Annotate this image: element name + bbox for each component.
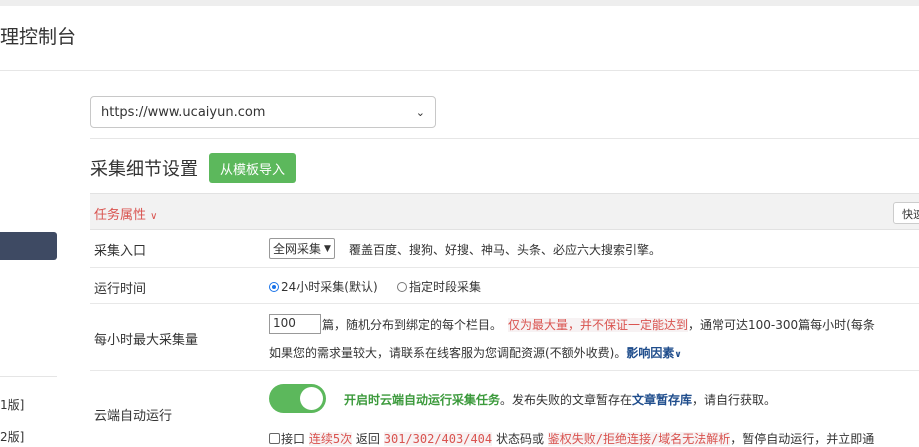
runtime-option-24h[interactable]: 24小时采集(默认) [269, 278, 378, 295]
cloud-run-description: 开启时云端自动运行采集任务。发布失败的文章暂存在文章暂存库，请自行获取。 [344, 393, 777, 407]
double-chevron-down-icon: ∨ [150, 211, 158, 222]
section-title: 采集细节设置 [90, 159, 198, 180]
max-per-hour-label: 每小时最大采集量 [94, 333, 199, 348]
task-properties-toggle[interactable]: 任务属性 ∨ [94, 204, 157, 223]
double-chevron-down-icon: ∨ [674, 350, 682, 360]
main-divider [90, 138, 919, 139]
chevron-down-icon: ▼ [324, 243, 331, 254]
app-title: 理控制台 [0, 26, 77, 48]
header-divider [0, 70, 919, 71]
auto-pause-checkbox[interactable] [269, 433, 280, 444]
browser-top-strip [0, 0, 919, 6]
sidebar-item-version-2[interactable]: 2版] [0, 428, 24, 445]
cloud-run-status: 开启时云端自动运行采集任务 [344, 393, 501, 407]
site-select-value: https://www.ucaiyun.com [101, 104, 266, 120]
row-divider [90, 303, 919, 304]
toggle-knob [300, 387, 323, 410]
entry-select[interactable]: 全网采集 ▼ [269, 238, 335, 259]
entry-select-value: 全网采集 [273, 242, 322, 256]
max-per-hour-text: 篇，随机分布到绑定的每个栏目。 仅为最大量，并不保证一定能达到，通常可达100-3… [322, 318, 875, 332]
sidebar-divider [0, 376, 57, 377]
radio-unchecked[interactable] [397, 282, 407, 292]
task-properties-header: 任务属性 ∨ 快速 [90, 193, 919, 230]
sidebar-item-version-1[interactable]: 1版] [0, 396, 24, 413]
sidebar-item-active[interactable] [0, 232, 57, 260]
runtime-option-scheduled[interactable]: 指定时段采集 [397, 278, 481, 295]
max-per-hour-input[interactable]: 100 [269, 314, 321, 334]
task-properties-title: 任务属性 [94, 208, 151, 223]
auto-pause-option: 接口 连续5次 返回 301/302/403/404 状态码或 鉴权失败/拒绝连… [269, 430, 874, 447]
entry-label: 采集入口 [94, 244, 147, 259]
max-per-hour-warning: 仅为最大量，并不保证一定能达到 [508, 318, 689, 332]
quick-button[interactable]: 快速 [893, 202, 919, 224]
cloud-run-toggle[interactable] [269, 384, 326, 413]
radio-checked[interactable] [269, 282, 279, 292]
chevron-down-icon: ⌄ [415, 105, 425, 119]
cloud-run-label: 云端自动运行 [94, 409, 173, 424]
influence-factors-link[interactable]: 影响因素 [626, 346, 674, 360]
row-divider [90, 267, 919, 268]
site-select[interactable]: https://www.ucaiyun.com ⌄ [90, 96, 436, 128]
entry-description: 覆盖百度、搜狗、好搜、神马、头条、必应六大搜索引擎。 [349, 243, 662, 257]
max-per-hour-note: 如果您的需求量较大，请联系在线客服为您调配资源(不额外收费)。影响因素∨ [269, 346, 682, 360]
article-storage-link[interactable]: 文章暂存库 [632, 393, 692, 407]
row-divider [90, 370, 919, 371]
import-from-template-button[interactable]: 从模板导入 [209, 153, 297, 183]
runtime-label: 运行时间 [94, 282, 147, 297]
